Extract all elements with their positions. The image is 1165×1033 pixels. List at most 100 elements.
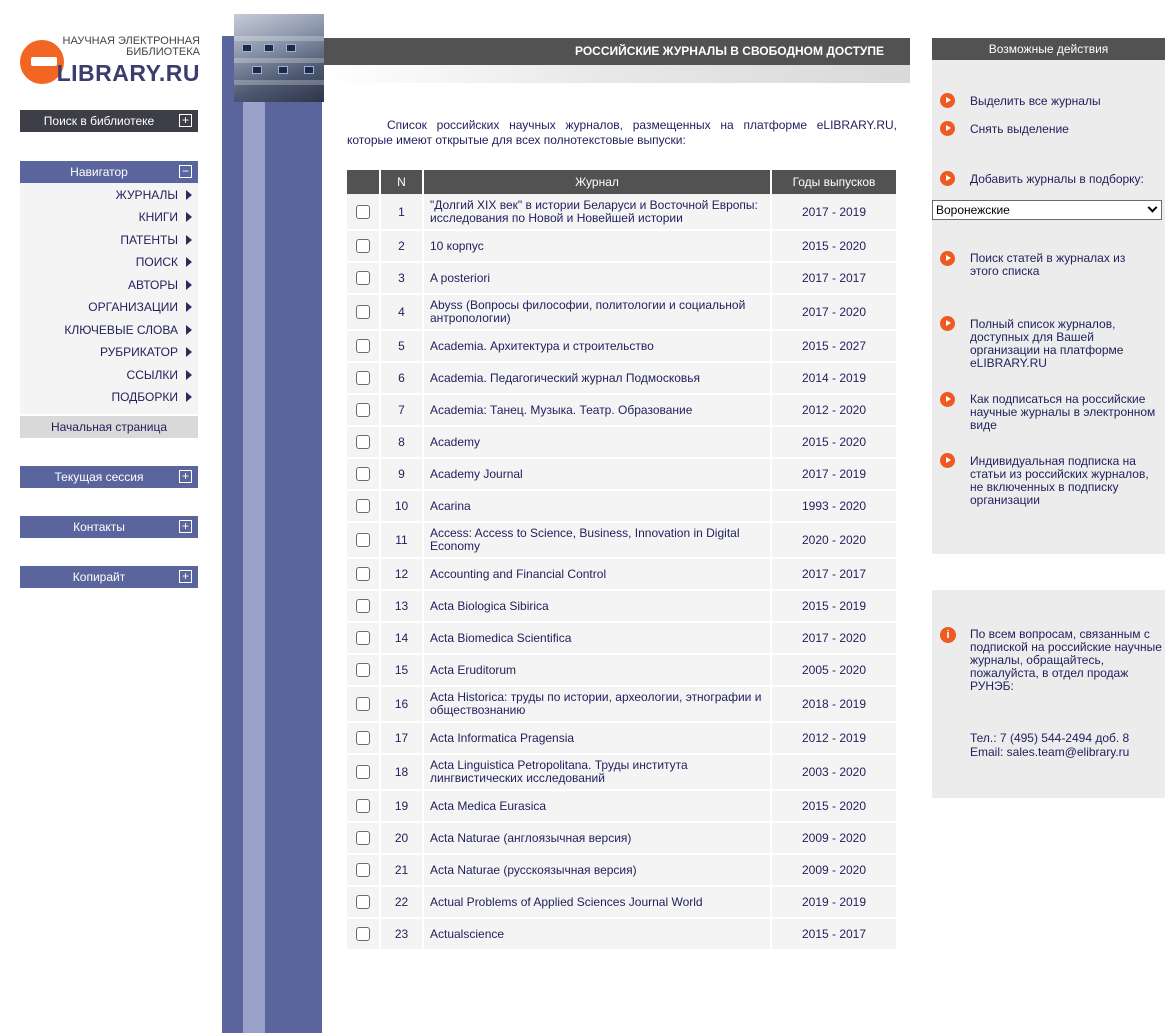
journal-select-cell xyxy=(347,394,381,427)
journal-title-link[interactable]: "Долгий XIX век" в истории Беларуси и Во… xyxy=(423,194,772,231)
nav-item-authors[interactable]: АВТОРЫ xyxy=(128,274,192,296)
journal-years: 2012 - 2019 xyxy=(771,722,898,755)
journal-title-link[interactable]: Academia. Педагогический журнал Подмоско… xyxy=(423,362,772,395)
journal-checkbox[interactable] xyxy=(356,599,370,614)
journal-title-link[interactable]: Acta Biomedica Scientifica xyxy=(423,622,772,655)
search-library-header[interactable]: Поиск в библиотеке + xyxy=(20,110,198,132)
journal-checkbox[interactable] xyxy=(356,663,370,678)
journal-title-link[interactable]: Abyss (Вопросы философии, политологии и … xyxy=(423,294,772,331)
journal-title-link[interactable]: Academy xyxy=(423,426,772,459)
journal-title-link[interactable]: A posteriori xyxy=(423,262,772,295)
title-underline-gradient xyxy=(324,65,910,83)
expand-plus-icon[interactable]: + xyxy=(179,570,192,583)
journal-checkbox[interactable] xyxy=(356,305,370,320)
expand-plus-icon[interactable]: + xyxy=(179,470,192,483)
current-session-header[interactable]: Текущая сессия + xyxy=(20,466,198,488)
journal-number: 5 xyxy=(380,330,424,363)
journal-checkbox[interactable] xyxy=(356,533,370,548)
nav-item-keywords[interactable]: КЛЮЧЕВЫЕ СЛОВА xyxy=(64,319,192,341)
journal-title-link[interactable]: Acta Linguistica Petropolitana. Труды ин… xyxy=(423,754,772,791)
journal-title-link[interactable]: Academia. Архитектура и строительство xyxy=(423,330,772,363)
journal-title-link[interactable]: Actual Problems of Applied Sciences Jour… xyxy=(423,886,772,919)
journal-title-link[interactable]: Acta Naturae (русскоязычная версия) xyxy=(423,854,772,887)
deselect-link[interactable]: Снять выделение xyxy=(970,123,1069,136)
journal-title-link[interactable]: Academy Journal xyxy=(423,458,772,491)
page-title: РОССИЙСКИЕ ЖУРНАЛЫ В СВОБОДНОМ ДОСТУПЕ xyxy=(324,38,910,65)
nav-item-search[interactable]: ПОИСК xyxy=(136,251,192,273)
journal-checkbox[interactable] xyxy=(356,765,370,780)
expand-plus-icon[interactable]: + xyxy=(179,114,192,127)
journal-select-cell xyxy=(347,654,381,687)
select-all-journals-link[interactable]: Выделить все журналы xyxy=(970,95,1101,108)
journal-title-link[interactable]: Accounting and Financial Control xyxy=(423,558,772,591)
journal-select-cell xyxy=(347,622,381,655)
copyright-header[interactable]: Копирайт + xyxy=(20,566,198,588)
journal-checkbox[interactable] xyxy=(356,927,370,942)
journal-title-link[interactable]: Acta Medica Eurasica xyxy=(423,790,772,823)
journal-checkbox[interactable] xyxy=(356,467,370,482)
journal-years: 2009 - 2020 xyxy=(771,822,898,855)
journal-row: 4 Abyss (Вопросы философии, политологии и… xyxy=(347,294,898,331)
individual-subscription-link[interactable]: Индивидуальная подписка на статьи из рос… xyxy=(970,455,1164,507)
journal-title-link[interactable]: Access: Access to Science, Business, Inn… xyxy=(423,522,772,559)
journal-checkbox[interactable] xyxy=(356,863,370,878)
nav-item-books[interactable]: КНИГИ xyxy=(139,206,192,228)
journal-checkbox[interactable] xyxy=(356,204,370,219)
contacts-header[interactable]: Контакты + xyxy=(20,516,198,538)
expand-plus-icon[interactable]: + xyxy=(179,520,192,533)
home-page-link[interactable]: Начальная страница xyxy=(20,416,198,438)
collection-select[interactable]: Воронежские xyxy=(932,200,1162,220)
nav-item-patents[interactable]: ПАТЕНТЫ xyxy=(120,229,192,251)
journal-checkbox[interactable] xyxy=(356,631,370,646)
navigator-header[interactable]: Навигатор − xyxy=(20,161,198,183)
journal-checkbox[interactable] xyxy=(356,239,370,254)
journal-checkbox[interactable] xyxy=(356,371,370,386)
info-icon: i xyxy=(940,627,956,643)
journal-checkbox[interactable] xyxy=(356,799,370,814)
decorative-stripe-light xyxy=(243,36,265,1033)
add-to-collection-link[interactable]: Добавить журналы в подборку: xyxy=(970,173,1144,186)
journal-title-link[interactable]: 10 корпус xyxy=(423,230,772,263)
sales-email[interactable]: Email: sales.team@elibrary.ru xyxy=(970,745,1162,759)
nav-item-organizations[interactable]: ОРГАНИЗАЦИИ xyxy=(88,296,192,318)
elibrary-logo[interactable]: НАУЧНАЯ ЭЛЕКТРОННАЯ БИБЛИОТЕКА LIBRARY.R… xyxy=(18,30,200,90)
journal-checkbox[interactable] xyxy=(356,731,370,746)
journal-checkbox[interactable] xyxy=(356,567,370,582)
journal-title-link[interactable]: Acarina xyxy=(423,490,772,523)
full-journal-list-link[interactable]: Полный список журналов, доступных для Ва… xyxy=(970,318,1140,370)
nav-item-collections[interactable]: ПОДБОРКИ xyxy=(111,386,192,408)
years-column-header: Годы выпусков xyxy=(771,170,898,194)
journal-row: 12 Accounting and Financial Control 2017 -… xyxy=(347,558,898,591)
journal-checkbox[interactable] xyxy=(356,339,370,354)
journal-title-link[interactable]: Acta Historica: труды по истории, археол… xyxy=(423,686,772,723)
how-to-subscribe-link[interactable]: Как подписаться на российские научные жу… xyxy=(970,393,1162,432)
journal-checkbox[interactable] xyxy=(356,831,370,846)
collection-selected-value: Воронежские xyxy=(936,203,1010,217)
nav-item-rubricator[interactable]: РУБРИКАТОР xyxy=(100,341,192,363)
journal-select-cell xyxy=(347,558,381,591)
journal-number: 14 xyxy=(380,622,424,655)
journal-select-cell xyxy=(347,458,381,491)
journal-title-link[interactable]: Acta Informatica Pragensia xyxy=(423,722,772,755)
journal-years: 2014 - 2019 xyxy=(771,362,898,395)
contacts-label: Контакты xyxy=(73,520,125,534)
collapse-minus-icon[interactable]: − xyxy=(179,165,192,178)
journal-title-link[interactable]: Acta Biologica Sibirica xyxy=(423,590,772,623)
journal-checkbox[interactable] xyxy=(356,435,370,450)
journal-checkbox[interactable] xyxy=(356,403,370,418)
journal-title-link[interactable]: Acta Naturae (англоязычная версия) xyxy=(423,822,772,855)
journal-checkbox[interactable] xyxy=(356,697,370,712)
journal-checkbox[interactable] xyxy=(356,499,370,514)
journal-checkbox[interactable] xyxy=(356,895,370,910)
journal-title-link[interactable]: Actualscience xyxy=(423,918,772,951)
nav-item-journals[interactable]: ЖУРНАЛЫ xyxy=(116,184,192,206)
journal-title-link[interactable]: Academia: Танец. Музыка. Театр. Образова… xyxy=(423,394,772,427)
journal-checkbox[interactable] xyxy=(356,271,370,286)
number-column-header: N xyxy=(380,170,424,194)
journal-title-link[interactable]: Acta Eruditorum xyxy=(423,654,772,687)
nav-item-links[interactable]: ССЫЛКИ xyxy=(127,364,192,386)
journal-row: 1 "Долгий XIX век" в истории Беларуси и В… xyxy=(347,194,898,231)
journal-select-cell xyxy=(347,490,381,523)
search-articles-link[interactable]: Поиск статей в журналах из этого списка xyxy=(970,252,1155,278)
journal-years: 2017 - 2020 xyxy=(771,622,898,655)
